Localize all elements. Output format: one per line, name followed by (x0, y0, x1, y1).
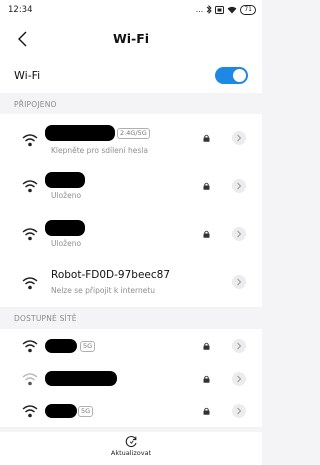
band-tag: 2.4G/5G (117, 128, 150, 139)
wifi-signal-icon (22, 228, 38, 241)
bluetooth-icon (207, 5, 212, 14)
wifi-toggle-switch[interactable] (215, 67, 248, 84)
network-details-button[interactable] (232, 179, 246, 193)
wifi-label: Wi-Fi (14, 69, 41, 82)
lock-icon (203, 182, 210, 190)
section-label-available: DOSTUPNÉ SÍTĚ (14, 314, 77, 323)
network-row[interactable]: 5G (0, 329, 262, 362)
chevron-right-icon (237, 182, 242, 190)
network-row[interactable] (0, 362, 262, 395)
bottom-bar: Aktualizovat (0, 432, 262, 465)
lock-icon (203, 134, 210, 142)
network-details-button[interactable] (232, 339, 246, 353)
chevron-right-icon (237, 342, 242, 350)
lock-icon (203, 407, 210, 415)
network-subtitle: Klepněte pro sdílení hesla (51, 146, 148, 155)
redacted-network-name (45, 220, 85, 236)
status-icons: ... 71 (195, 4, 256, 15)
network-details-button[interactable] (232, 227, 246, 241)
wifi-signal-icon (22, 180, 38, 193)
wifi-signal-icon (22, 405, 38, 418)
chevron-right-icon (237, 407, 242, 415)
header: Wi-Fi (0, 19, 262, 59)
chevron-right-icon (237, 375, 242, 383)
lock-icon (203, 230, 210, 238)
status-time: 12:34 (8, 4, 33, 15)
lock-icon (203, 342, 210, 350)
wifi-signal-icon (22, 134, 38, 147)
wifi-status-icon (227, 6, 237, 13)
network-subtitle: Nelze se připojit k internetu (51, 286, 156, 295)
signal-dots: ... (195, 5, 204, 14)
wifi-toggle-row[interactable]: Wi-Fi (0, 59, 262, 93)
chevron-right-icon (237, 134, 242, 142)
redacted-network-name (45, 339, 77, 353)
refresh-label: Aktualizovat (110, 449, 152, 457)
network-details-button[interactable] (232, 404, 246, 418)
refresh-icon (125, 435, 137, 448)
wifi-weak-signal-icon (22, 373, 38, 386)
chevron-right-icon (237, 230, 242, 238)
band-tag: 5G (80, 341, 96, 352)
redacted-network-name (45, 125, 115, 141)
sim-icon (215, 5, 225, 14)
network-subtitle: Uloženo (51, 191, 82, 200)
chevron-right-icon (237, 278, 242, 286)
redacted-network-name (45, 371, 117, 386)
toggle-knob (233, 69, 246, 82)
network-details-button[interactable] (232, 131, 246, 145)
section-label-connected: PŘIPOJENO (14, 100, 57, 109)
network-name: Robot-FD0D-97beec87 (51, 269, 171, 281)
connected-networks-card: 2.4G/5G Klepněte pro sdílení hesla Ulože… (0, 114, 262, 307)
redacted-network-name (45, 404, 77, 418)
wifi-signal-icon (22, 340, 38, 353)
battery-indicator: 71 (240, 4, 256, 15)
network-row[interactable]: Robot-FD0D-97beec87 Nelze se připojit k … (0, 258, 262, 306)
network-details-button[interactable] (232, 275, 246, 289)
network-row[interactable]: Uloženo (0, 210, 262, 258)
band-tag: 5G (78, 406, 94, 417)
page-title: Wi-Fi (112, 31, 150, 46)
network-row[interactable]: Uloženo (0, 162, 262, 210)
available-networks-card: 5G 5G (0, 329, 262, 427)
network-row[interactable]: 2.4G/5G Klepněte pro sdílení hesla (0, 114, 262, 162)
wifi-signal-icon (22, 277, 38, 290)
network-details-button[interactable] (232, 372, 246, 386)
lock-icon (203, 375, 210, 383)
network-row[interactable]: 5G (0, 395, 262, 427)
network-subtitle: Uloženo (51, 239, 82, 248)
redacted-network-name (45, 172, 85, 188)
refresh-button[interactable]: Aktualizovat (0, 435, 262, 457)
status-bar: 12:34 ... 71 (0, 0, 262, 19)
